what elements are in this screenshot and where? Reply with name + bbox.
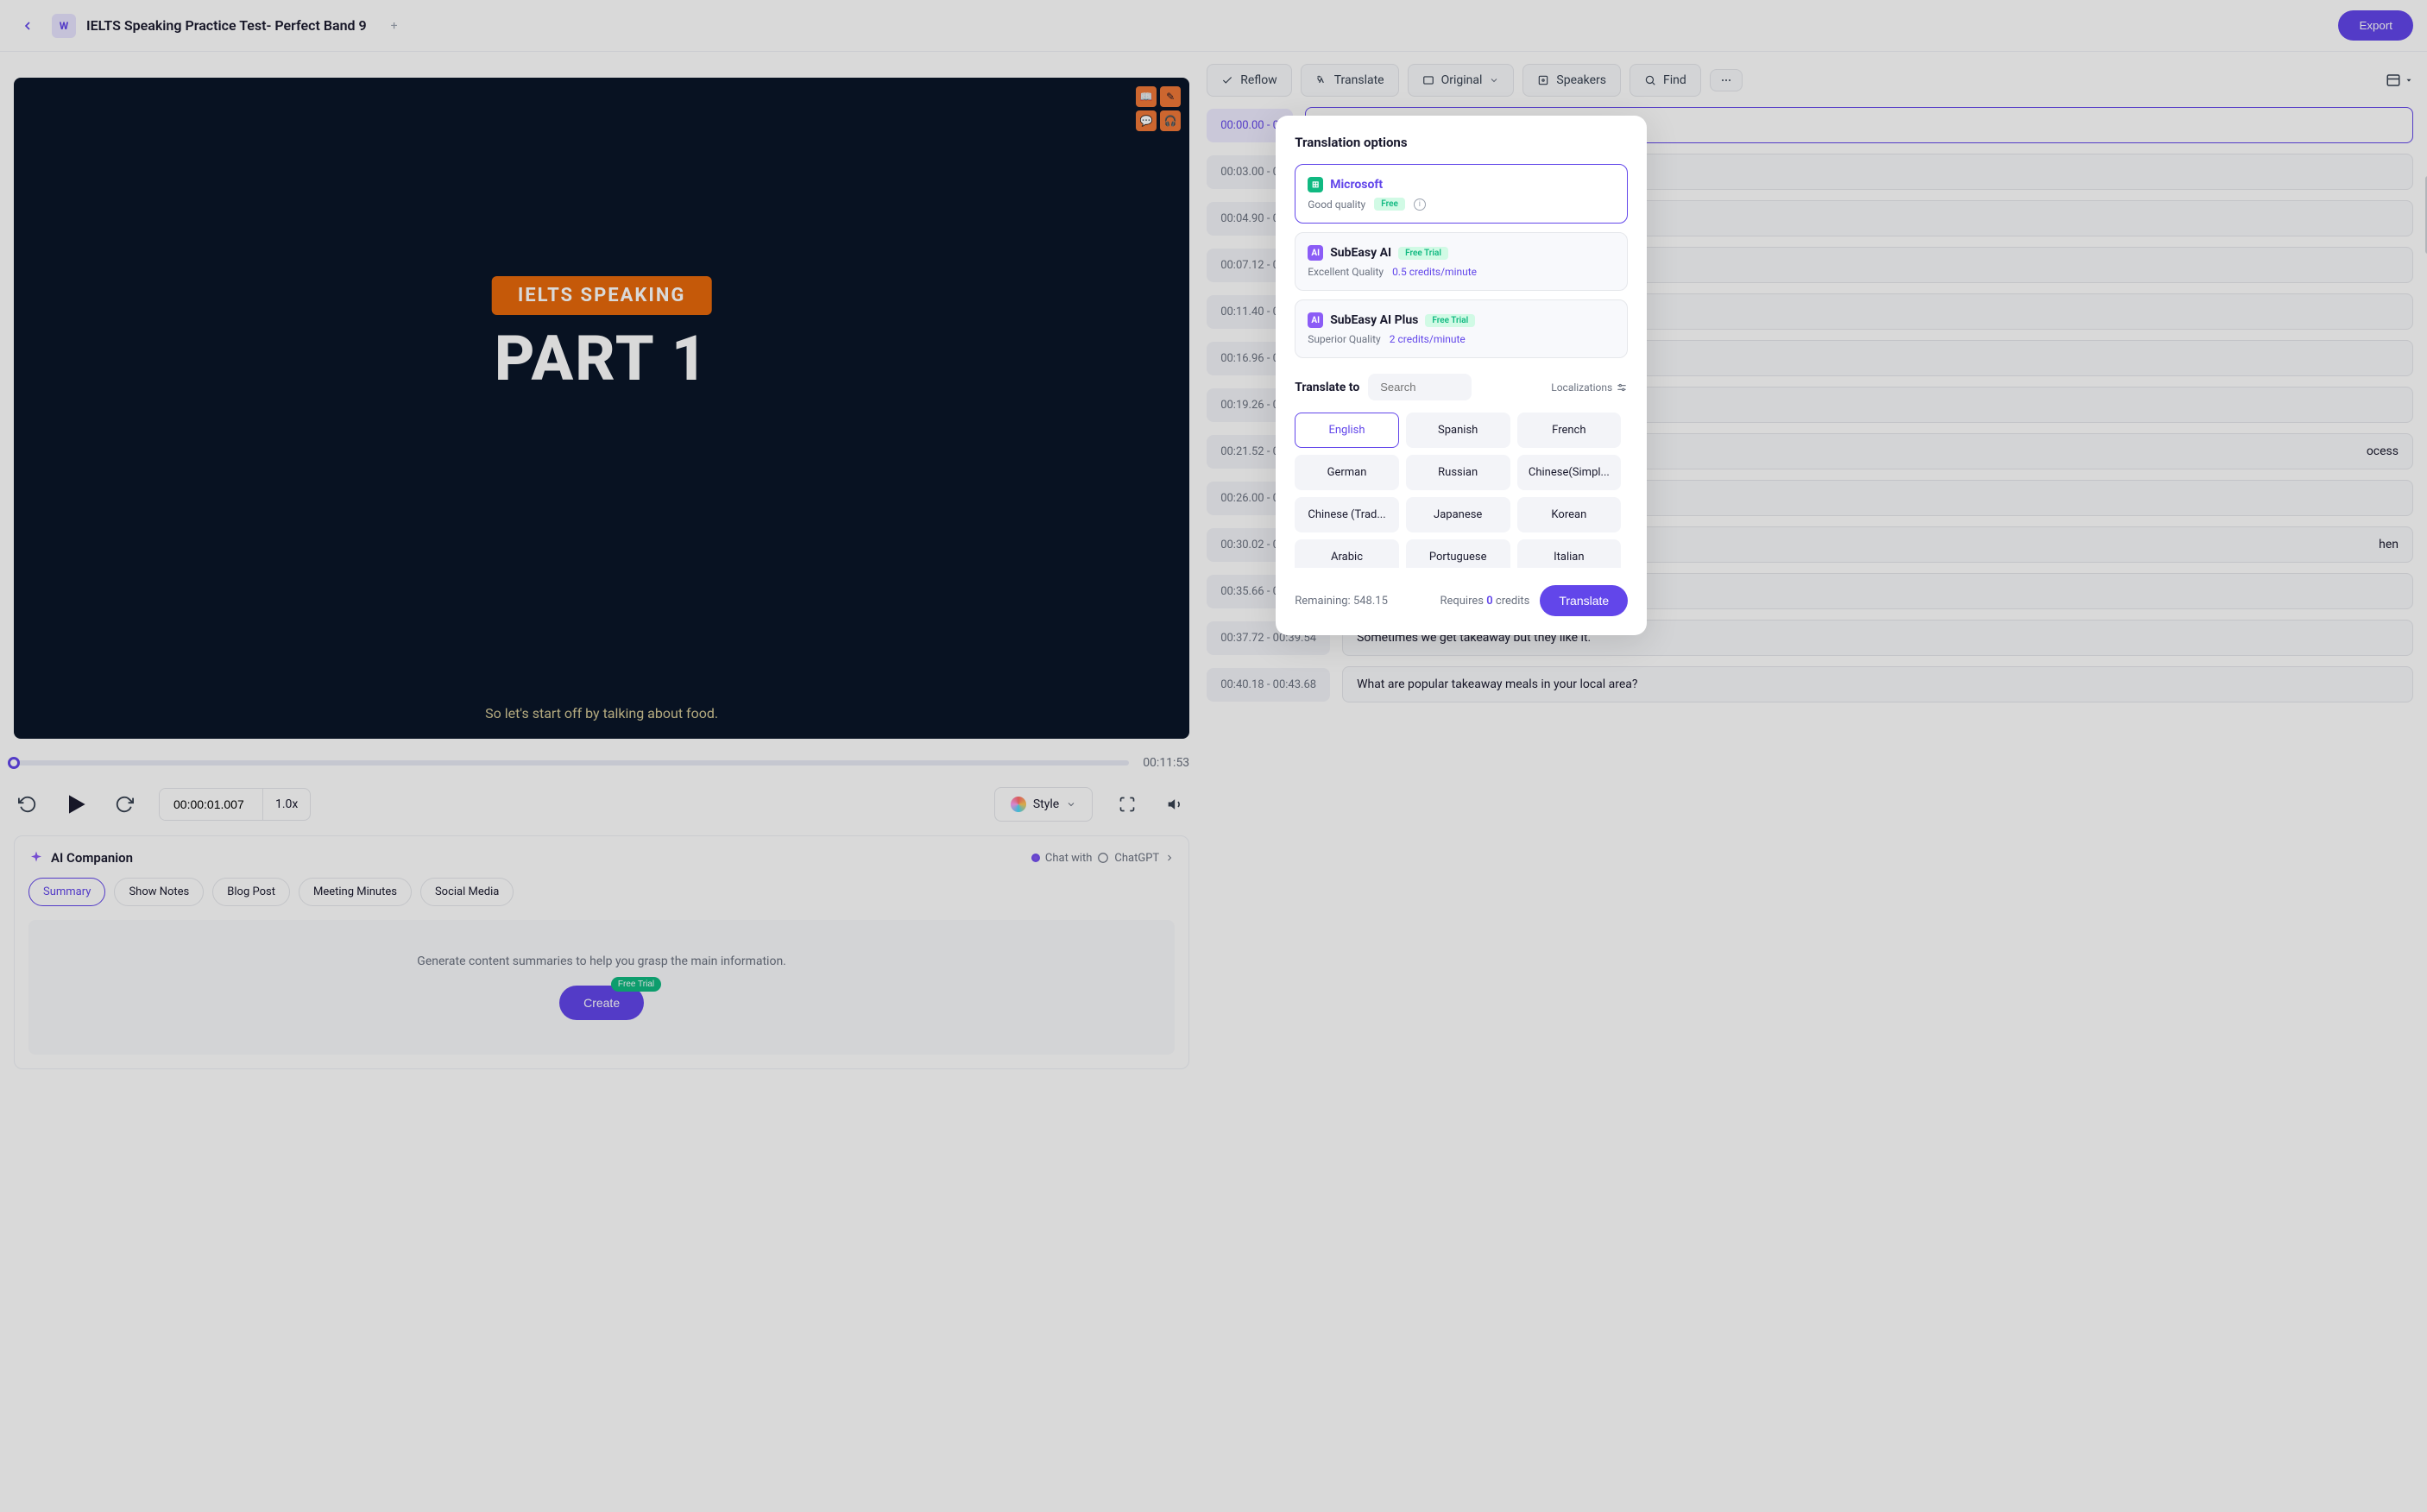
lang-spanish[interactable]: Spanish <box>1406 413 1510 448</box>
ms-icon: ⊞ <box>1308 177 1323 192</box>
remaining-credits: Remaining: 548.15 <box>1295 595 1388 608</box>
info-icon[interactable]: i <box>1414 198 1426 211</box>
lang-english[interactable]: English <box>1295 413 1399 448</box>
translation-option-subeasy-ai-plus[interactable]: AISubEasy AI PlusFree TrialSuperior Qual… <box>1295 299 1628 358</box>
translate-action-button[interactable]: Translate <box>1540 585 1628 616</box>
lang-korean[interactable]: Korean <box>1517 497 1622 532</box>
translation-option-subeasy-ai[interactable]: AISubEasy AIFree TrialExcellent Quality0… <box>1295 232 1628 291</box>
lang-italian[interactable]: Italian <box>1517 539 1622 568</box>
badge: Free Trial <box>1425 314 1475 327</box>
lang-chinese-simplified-[interactable]: Chinese(Simpl... <box>1517 455 1622 490</box>
sliders-icon <box>1616 381 1628 394</box>
badge: Free Trial <box>1398 247 1448 260</box>
language-search-input[interactable] <box>1368 374 1472 400</box>
ai-icon: AI <box>1308 312 1323 328</box>
modal-title: Translation options <box>1295 135 1628 150</box>
translate-to-label: Translate to <box>1295 381 1359 394</box>
translation-modal: Translation options ⊞MicrosoftGood quali… <box>1276 116 1647 635</box>
translation-option-microsoft[interactable]: ⊞MicrosoftGood qualityFreei <box>1295 164 1628 224</box>
requires-credits: Requires 0 credits <box>1440 595 1529 608</box>
lang-arabic[interactable]: Arabic <box>1295 539 1399 568</box>
lang-russian[interactable]: Russian <box>1406 455 1510 490</box>
lang-french[interactable]: French <box>1517 413 1622 448</box>
lang-japanese[interactable]: Japanese <box>1406 497 1510 532</box>
ai-icon: AI <box>1308 245 1323 261</box>
lang-chinese-traditional-[interactable]: Chinese (Trad... <box>1295 497 1399 532</box>
dim-overlay <box>0 0 2427 1512</box>
lang-portuguese[interactable]: Portuguese <box>1406 539 1510 568</box>
localizations-button[interactable]: Localizations <box>1551 381 1628 394</box>
badge: Free <box>1374 198 1405 211</box>
lang-german[interactable]: German <box>1295 455 1399 490</box>
